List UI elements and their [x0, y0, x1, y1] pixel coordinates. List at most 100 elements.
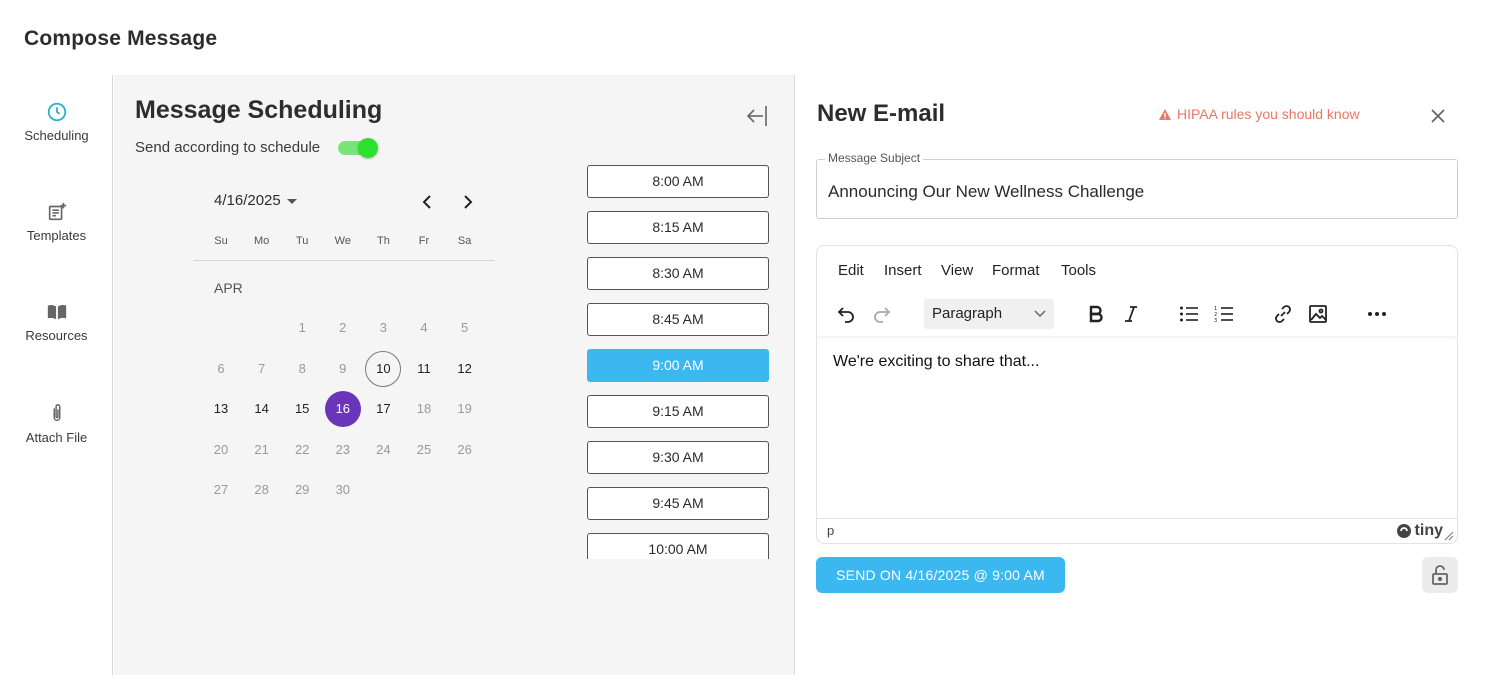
- calendar-day[interactable]: 23: [325, 432, 361, 468]
- calendar-day[interactable]: 17: [365, 391, 401, 427]
- element-path[interactable]: p: [827, 523, 834, 538]
- more-icon: [1368, 312, 1386, 316]
- weekday-label: We: [334, 235, 351, 247]
- more-options-button[interactable]: [1363, 300, 1391, 328]
- time-slot[interactable]: 8:45 AM: [587, 303, 769, 336]
- italic-button[interactable]: [1117, 300, 1145, 328]
- calendar-day[interactable]: 12: [447, 351, 483, 387]
- calendar-day[interactable]: 13: [203, 391, 239, 427]
- caret-down-icon: [286, 199, 297, 204]
- time-slot-list[interactable]: 8:00 AM 8:15 AM 8:30 AM 8:45 AM 9:00 AM 9:15 …: [587, 165, 770, 559]
- calendar-day[interactable]: 7: [244, 351, 280, 387]
- collapse-panel-button[interactable]: [744, 103, 770, 129]
- image-button[interactable]: [1304, 300, 1332, 328]
- redo-button[interactable]: [868, 300, 896, 328]
- close-button[interactable]: [1428, 106, 1448, 126]
- bullet-list-button[interactable]: [1175, 300, 1203, 328]
- calendar-day[interactable]: 19: [447, 391, 483, 427]
- italic-icon: [1125, 306, 1137, 322]
- bold-button[interactable]: [1082, 300, 1110, 328]
- calendar-day[interactable]: 21: [244, 432, 280, 468]
- hipaa-link[interactable]: HIPAA rules you should know: [1158, 106, 1360, 122]
- weekday-label: Su: [214, 235, 228, 247]
- calendar-day[interactable]: 15: [284, 391, 320, 427]
- block-format-select[interactable]: Paragraph: [924, 299, 1054, 329]
- calendar-day[interactable]: 29: [284, 472, 320, 508]
- time-slot-selected[interactable]: 9:00 AM: [587, 349, 769, 382]
- date-picker-button[interactable]: 4/16/2025: [214, 192, 297, 209]
- menu-insert[interactable]: Insert: [884, 262, 922, 279]
- weekday-label: Th: [376, 235, 390, 247]
- menu-tools[interactable]: Tools: [1061, 262, 1096, 279]
- calendar-day[interactable]: 30: [325, 472, 361, 508]
- calendar-day[interactable]: 14: [244, 391, 280, 427]
- chevron-right-icon: [464, 195, 473, 209]
- calendar-day[interactable]: 9: [325, 351, 361, 387]
- menu-edit[interactable]: Edit: [838, 262, 864, 279]
- schedule-toggle[interactable]: [338, 138, 378, 158]
- hipaa-link-label: HIPAA rules you should know: [1177, 106, 1360, 122]
- calendar-day[interactable]: 25: [406, 432, 442, 468]
- collapse-left-icon: [746, 106, 767, 126]
- time-slot[interactable]: 9:30 AM: [587, 441, 769, 474]
- calendar-day[interactable]: 24: [365, 432, 401, 468]
- calendar-day[interactable]: 11: [406, 351, 442, 387]
- send-scheduled-button[interactable]: SEND ON 4/16/2025 @ 9:00 AM: [816, 557, 1065, 593]
- numbered-list-button[interactable]: 123: [1210, 300, 1238, 328]
- rail-item-scheduling[interactable]: Scheduling: [0, 101, 113, 145]
- calendar-day-today[interactable]: 10: [365, 350, 402, 387]
- next-month-button[interactable]: [457, 191, 479, 213]
- calendar-day[interactable]: 2: [325, 310, 361, 346]
- weekday-label: Sa: [457, 235, 472, 247]
- calendar-day[interactable]: 28: [244, 472, 280, 508]
- template-icon: [48, 202, 66, 221]
- resize-handle-icon[interactable]: [1444, 531, 1454, 541]
- time-slot[interactable]: 8:30 AM: [587, 257, 769, 290]
- time-slot[interactable]: 9:15 AM: [587, 395, 769, 428]
- rich-text-editor: Edit Insert View Format Tools Paragraph: [816, 245, 1458, 544]
- calendar-day[interactable]: 3: [365, 310, 401, 346]
- time-slot[interactable]: 10:00 AM: [587, 533, 769, 559]
- rail-label: Attach File: [25, 430, 88, 445]
- calendar-day[interactable]: 1: [284, 310, 320, 346]
- menu-format[interactable]: Format: [992, 262, 1040, 279]
- editor-toolbar: Paragraph 123: [817, 292, 1457, 336]
- weekday-label: Tu: [295, 235, 309, 247]
- undo-button[interactable]: [832, 300, 860, 328]
- rail-item-attach-file[interactable]: Attach File: [0, 401, 113, 447]
- subject-field: Message Subject: [816, 151, 1458, 219]
- link-button[interactable]: [1269, 300, 1297, 328]
- time-slot[interactable]: 9:45 AM: [587, 487, 769, 520]
- calendar-day[interactable]: 4: [406, 310, 442, 346]
- menu-view[interactable]: View: [941, 262, 973, 279]
- time-slot[interactable]: 8:15 AM: [587, 211, 769, 244]
- block-format-value: Paragraph: [932, 305, 1003, 322]
- clock-icon: [47, 102, 66, 122]
- subject-input[interactable]: [828, 182, 1428, 202]
- scheduling-title: Message Scheduling: [135, 96, 383, 124]
- calendar-day[interactable]: 8: [284, 351, 320, 387]
- calendar-day[interactable]: 22: [284, 432, 320, 468]
- book-icon: [47, 304, 66, 320]
- rail-item-resources[interactable]: Resources: [0, 301, 113, 345]
- calendar-day[interactable]: 27: [203, 472, 239, 508]
- time-slot[interactable]: 8:00 AM: [587, 165, 769, 198]
- editor-content[interactable]: We're exciting to share that...: [833, 353, 1039, 371]
- calendar-day[interactable]: 5: [447, 310, 483, 346]
- rail-item-templates[interactable]: Templates: [0, 201, 113, 245]
- calendar-day[interactable]: 18: [406, 391, 442, 427]
- link-icon: [1275, 305, 1291, 323]
- prev-month-button[interactable]: [416, 191, 438, 213]
- calendar-day[interactable]: 20: [203, 432, 239, 468]
- weekday-label: Mo: [253, 235, 270, 247]
- calendar-day[interactable]: 26: [447, 432, 483, 468]
- bold-icon: [1089, 305, 1103, 323]
- month-label: APR: [214, 280, 243, 296]
- calendar-day-selected[interactable]: 16: [324, 391, 361, 427]
- calendar-day[interactable]: 6: [203, 351, 239, 387]
- lock-button[interactable]: [1422, 557, 1458, 593]
- schedule-toggle-label: Send according to schedule: [135, 139, 321, 156]
- rail-label: Templates: [26, 228, 87, 243]
- tiny-brand[interactable]: tiny: [1396, 522, 1443, 540]
- numbered-list-icon: 123: [1214, 306, 1233, 323]
